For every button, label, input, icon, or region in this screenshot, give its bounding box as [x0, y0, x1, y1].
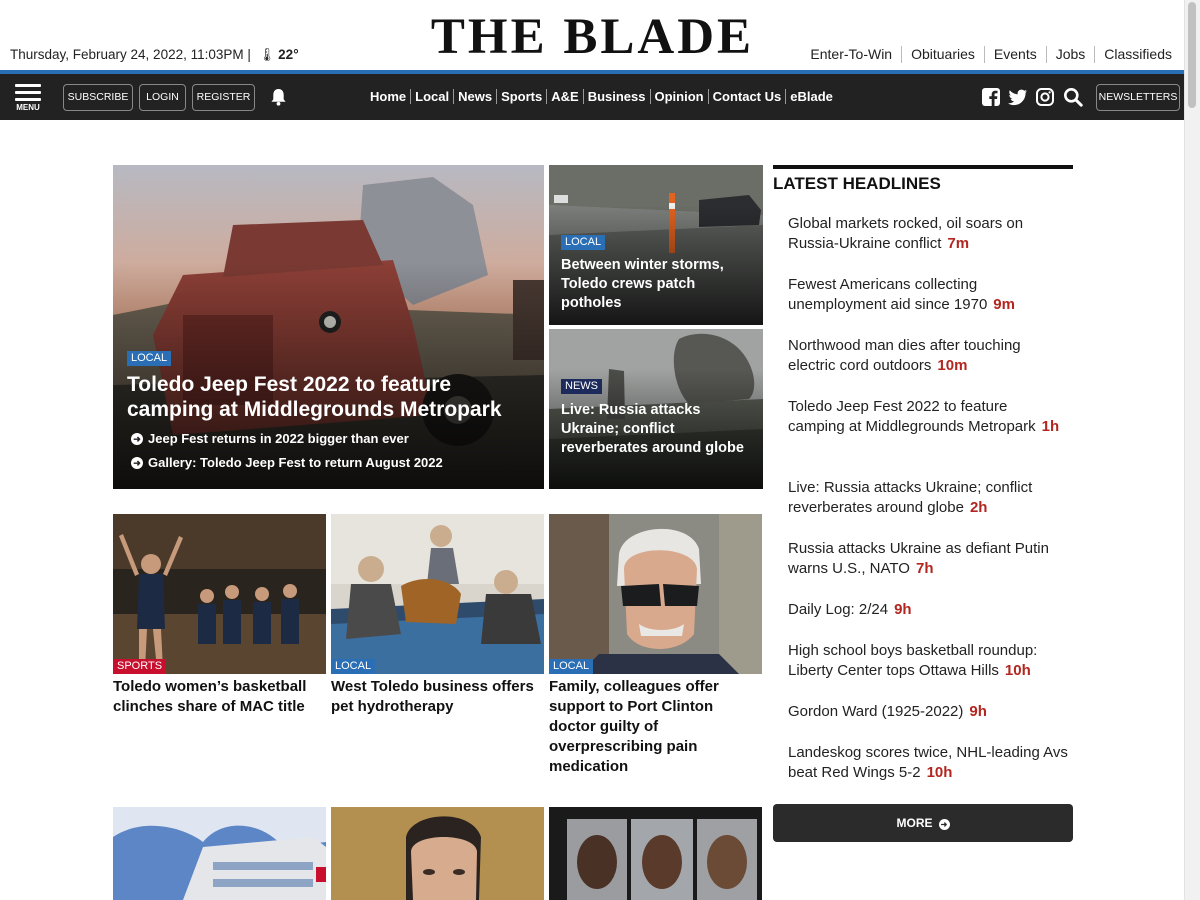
search-icon[interactable]	[1063, 87, 1083, 107]
secondary-2-headline[interactable]: Live: Russia attacks Ukraine; conflict r…	[561, 401, 756, 458]
headline-item[interactable]: Toledo Jeep Fest 2022 to feature camping…	[788, 397, 1068, 437]
headline-item[interactable]: High school boys basketball roundup: Lib…	[788, 641, 1068, 681]
panel-top-rule	[773, 165, 1073, 169]
lead-section-tag[interactable]: LOCAL	[127, 351, 172, 366]
headline-age: 1h	[1041, 418, 1060, 435]
lead-related-link-1-text: Jeep Fest returns in 2022 bigger than ev…	[148, 431, 409, 446]
top-link-obituaries[interactable]: Obituaries	[901, 46, 984, 63]
secondary-1-headline[interactable]: Between winter storms, Toledo crews patc…	[561, 256, 756, 313]
building-photo	[113, 807, 326, 900]
grid-1-headline[interactable]: Toledo women’s basketball clinches share…	[113, 677, 326, 717]
headline-item[interactable]: Daily Log: 2/24 9h	[788, 600, 1068, 620]
nav-local[interactable]: Local	[410, 89, 453, 104]
lead-related-link-2-text: Gallery: Toledo Jeep Fest to return Augu…	[148, 455, 443, 470]
nav-business[interactable]: Business	[582, 89, 650, 104]
basketball-photo	[113, 514, 326, 674]
grid-story-image-2[interactable]: LOCAL	[331, 514, 544, 674]
headline-item[interactable]: Russia attacks Ukraine as defiant Putin …	[788, 539, 1068, 579]
latest-headlines-panel: LATEST HEADLINES	[773, 165, 1073, 194]
grid-story-image-1[interactable]: SPORTS	[113, 514, 326, 674]
newsletters-button[interactable]: NEWSLETTERS	[1096, 84, 1180, 111]
grid-3-section-tag[interactable]: LOCAL	[549, 659, 594, 674]
headline-age: 10h	[1004, 662, 1031, 679]
bell-icon[interactable]	[270, 88, 287, 106]
grid-story-image-3[interactable]: LOCAL	[549, 514, 762, 674]
nav-contact-us[interactable]: Contact Us	[707, 89, 786, 104]
top-utility-links: Enter-To-Win Obituaries Events Jobs Clas…	[801, 46, 1181, 63]
grid-2-section-tag[interactable]: LOCAL	[331, 659, 376, 674]
login-button[interactable]: LOGIN	[139, 84, 186, 111]
headline-text: Daily Log: 2/24	[788, 601, 889, 618]
grid-1-section-tag[interactable]: SPORTS	[113, 659, 167, 674]
headline-age: 7h	[915, 560, 934, 577]
headline-age: 9h	[894, 601, 912, 618]
official-portrait-photo	[331, 807, 544, 900]
more-label: MORE	[896, 816, 933, 830]
secondary-1-section-tag[interactable]: LOCAL	[561, 235, 606, 250]
nav-ae[interactable]: A&E	[546, 89, 582, 104]
arrow-circle-icon: ➜	[938, 819, 950, 830]
headline-text: Gordon Ward (1925-2022)	[788, 703, 964, 720]
headline-text: High school boys basketball roundup: Lib…	[788, 642, 1038, 679]
menu-button[interactable]: MENU	[15, 84, 41, 112]
headline-item[interactable]: Northwood man dies after touching electr…	[788, 336, 1068, 376]
main-navbar: MENU SUBSCRIBE LOGIN REGISTER Home Local…	[0, 74, 1185, 120]
headline-text: Northwood man dies after touching electr…	[788, 337, 1021, 374]
top-link-enter-to-win[interactable]: Enter-To-Win	[801, 46, 901, 63]
headline-item[interactable]: Global markets rocked, oil soars on Russ…	[788, 214, 1068, 254]
headline-text: Fewest Americans collecting unemployment…	[788, 276, 988, 313]
top-link-jobs[interactable]: Jobs	[1045, 46, 1095, 63]
facebook-icon[interactable]	[981, 87, 1001, 107]
nav-home[interactable]: Home	[366, 89, 410, 104]
headline-text: Global markets rocked, oil soars on Russ…	[788, 215, 1024, 252]
nav-sports[interactable]: Sports	[496, 89, 546, 104]
twitter-icon[interactable]	[1008, 87, 1028, 107]
grid-story-image-6[interactable]	[549, 807, 762, 900]
subscribe-button[interactable]: SUBSCRIBE	[63, 84, 133, 111]
arrow-circle-icon: ➜	[131, 432, 143, 445]
headline-item[interactable]: Fewest Americans collecting unemployment…	[788, 275, 1068, 315]
headline-age: 2h	[969, 499, 988, 516]
headline-age: 9h	[969, 703, 987, 720]
lead-story-card[interactable]: LOCAL Toledo Jeep Fest 2022 to feature c…	[113, 165, 544, 489]
more-headlines-button[interactable]: MORE ➜	[773, 804, 1073, 842]
hamburger-icon	[15, 84, 41, 101]
grid-2-headline[interactable]: West Toledo business offers pet hydrothe…	[331, 677, 544, 717]
headline-age: 10h	[926, 764, 953, 781]
lead-related-link-2[interactable]: ➜ Gallery: Toledo Jeep Fest to return Aug…	[131, 455, 443, 470]
grid-story-image-5[interactable]	[331, 807, 544, 900]
latest-headlines-heading: LATEST HEADLINES	[773, 174, 941, 193]
page-scrollbar[interactable]	[1184, 0, 1200, 900]
headline-age: 9m	[993, 296, 1015, 313]
grid-3-headline[interactable]: Family, colleagues offer support to Port…	[549, 677, 762, 777]
headline-item[interactable]: Live: Russia attacks Ukraine; conflict r…	[788, 478, 1068, 518]
headline-text: Live: Russia attacks Ukraine; conflict r…	[788, 479, 1033, 516]
primary-nav: Home Local News Sports A&E Business Opin…	[366, 89, 837, 104]
top-link-classifieds[interactable]: Classifieds	[1094, 46, 1181, 63]
headline-age: 10m	[937, 357, 968, 374]
register-button[interactable]: REGISTER	[192, 84, 255, 111]
hydrotherapy-photo	[331, 514, 544, 674]
nav-news[interactable]: News	[453, 89, 496, 104]
headline-item[interactable]: Landeskog scores twice, NHL-leading Avs …	[788, 743, 1068, 783]
lead-headline[interactable]: Toledo Jeep Fest 2022 to feature camping…	[127, 372, 537, 422]
grid-story-image-4[interactable]	[113, 807, 326, 900]
nav-opinion[interactable]: Opinion	[649, 89, 708, 104]
menu-label: MENU	[16, 103, 40, 112]
headline-item[interactable]: Gordon Ward (1925-2022) 9h	[788, 702, 1068, 722]
secondary-story-card-1[interactable]: LOCAL Between winter storms, Toledo crew…	[549, 165, 763, 325]
mugshots-photo	[549, 807, 762, 900]
headline-age: 7m	[947, 235, 970, 252]
arrow-circle-icon: ➜	[131, 456, 143, 469]
secondary-story-card-2[interactable]: NEWS Live: Russia attacks Ukraine; confl…	[549, 329, 763, 489]
top-link-events[interactable]: Events	[983, 46, 1046, 63]
doctor-portrait-photo	[549, 514, 762, 674]
masthead: Thursday, February 24, 2022, 11:03PM | 🌡…	[0, 0, 1185, 70]
secondary-2-section-tag[interactable]: NEWS	[561, 379, 602, 394]
headline-text: Toledo Jeep Fest 2022 to feature camping…	[788, 398, 1036, 435]
nav-eblade[interactable]: eBlade	[785, 89, 837, 104]
lead-related-link-1[interactable]: ➜ Jeep Fest returns in 2022 bigger than e…	[131, 431, 409, 446]
instagram-icon[interactable]	[1035, 87, 1055, 107]
scrollbar-thumb[interactable]	[1188, 2, 1196, 108]
